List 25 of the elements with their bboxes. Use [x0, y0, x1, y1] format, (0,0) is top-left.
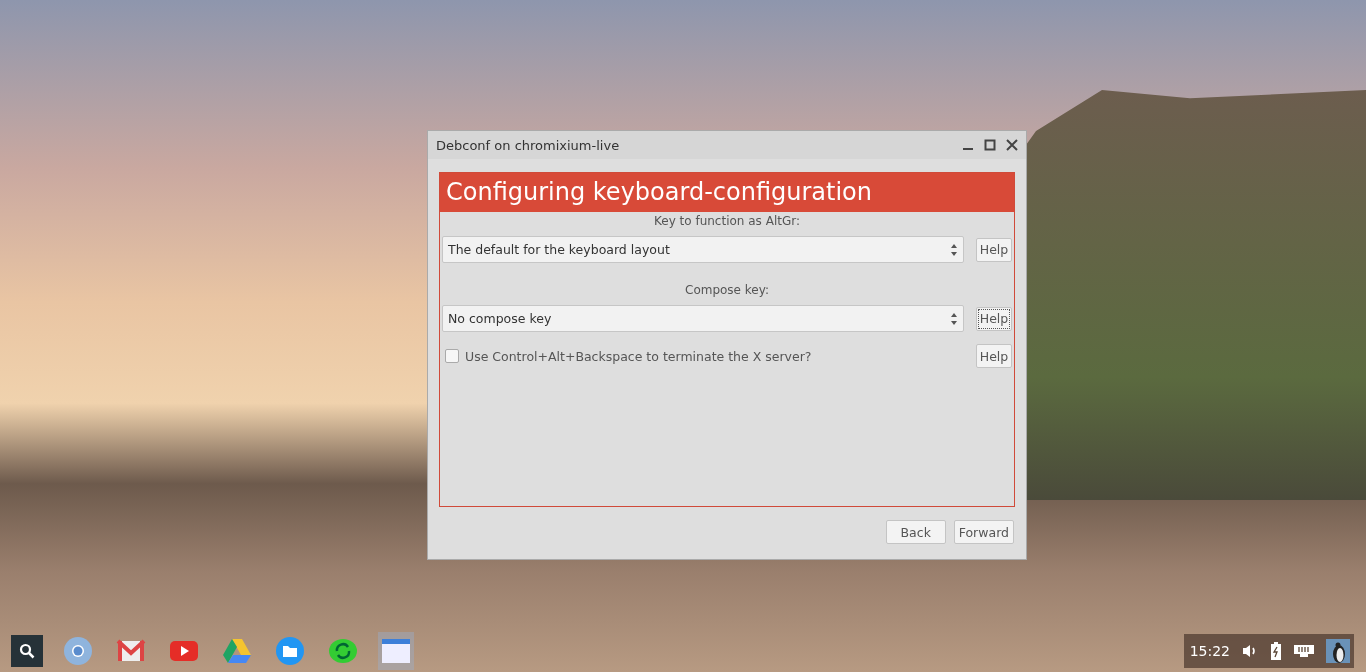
- help-button[interactable]: Help: [976, 306, 1012, 331]
- clock-time: 15:22: [1189, 643, 1230, 659]
- maximize-icon[interactable]: [984, 139, 996, 151]
- penguin-avatar-icon: [1326, 639, 1350, 663]
- header-banner: Configuring keyboard-configuration: [440, 173, 1014, 212]
- forward-button[interactable]: Forward: [953, 520, 1014, 544]
- ethernet-icon: [1294, 644, 1314, 658]
- question-label: Compose key:: [684, 283, 770, 297]
- spinner-arrows-icon: [950, 311, 958, 326]
- checkbox[interactable]: [445, 349, 459, 363]
- window-app-icon[interactable]: [378, 632, 414, 670]
- battery-charging-icon: [1270, 642, 1282, 660]
- status-tray[interactable]: 15:22: [1183, 634, 1354, 668]
- speaker-icon: [1242, 643, 1258, 659]
- dropdown[interactable]: The default for the keyboard layout: [442, 236, 964, 263]
- search-icon[interactable]: [11, 635, 43, 667]
- checkbox-label[interactable]: Use Control+Alt+Backspace to terminate the X server?: [465, 348, 970, 364]
- question-label: Key to function as AltGr:: [653, 214, 801, 228]
- close-icon[interactable]: [1006, 139, 1018, 151]
- help-button[interactable]: Help: [976, 237, 1012, 262]
- dropdown[interactable]: No compose key: [442, 305, 964, 332]
- window-title: Debconf on chromixium-live: [436, 137, 620, 153]
- spinner-arrows-icon: [950, 242, 958, 257]
- back-button[interactable]: Back: [885, 520, 946, 544]
- help-button[interactable]: Help: [976, 344, 1012, 368]
